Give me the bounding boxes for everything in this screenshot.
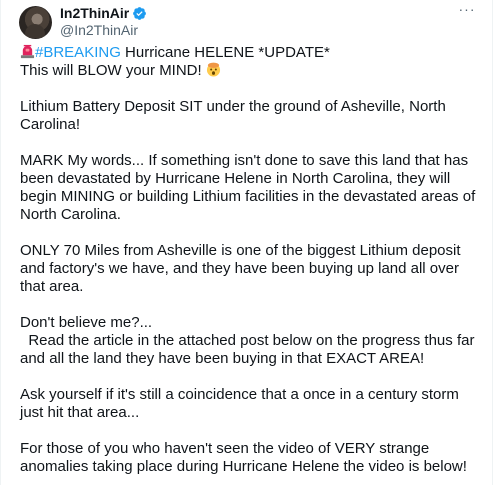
tweet-paragraph-2: Lithium Battery Deposit SIT under the gr…	[20, 98, 450, 133]
name-row: In2ThinAir	[60, 5, 147, 22]
tweet-paragraph-6: Ask yourself if it's still a coincidence…	[20, 386, 464, 421]
tweet-paragraph-1: #BREAKING Hurricane HELENE *UPDATE* This…	[20, 44, 480, 80]
headline-line2: This will BLOW your MIND!	[20, 62, 206, 79]
tweet-text: #BREAKING Hurricane HELENE *UPDATE* This…	[20, 44, 480, 485]
tweet-paragraph-4: ONLY 70 Miles from Asheville is one of t…	[20, 242, 465, 295]
author-handle[interactable]: @In2ThinAir	[60, 22, 147, 39]
headline-text: Hurricane HELENE *UPDATE*	[120, 44, 330, 61]
author-names: In2ThinAir @In2ThinAir	[60, 5, 147, 39]
tweet-paragraph-7: For those of you who haven't seen the vi…	[20, 440, 467, 475]
shocked-face-icon	[206, 62, 220, 77]
paragraph-5-rest: Read the article in the attached post be…	[20, 332, 479, 367]
more-options-icon[interactable]: ···	[456, 2, 478, 18]
tweet-paragraph-5: Don't believe me?... Read the article in…	[20, 314, 480, 368]
tweet-card: In2ThinAir @In2ThinAir ··· #BREAKING Hur…	[0, 0, 493, 485]
paragraph-5-line-1: Don't believe me?...	[20, 314, 153, 331]
verified-badge-icon	[133, 7, 147, 20]
display-name[interactable]: In2ThinAir	[60, 5, 129, 22]
hashtag-breaking[interactable]: #BREAKING	[35, 44, 121, 61]
tweet-header: In2ThinAir @In2ThinAir	[19, 2, 147, 42]
tweet-paragraph-3: MARK My words... If something isn't done…	[20, 152, 480, 223]
avatar[interactable]	[19, 5, 52, 39]
rotating-light-icon	[20, 44, 35, 59]
